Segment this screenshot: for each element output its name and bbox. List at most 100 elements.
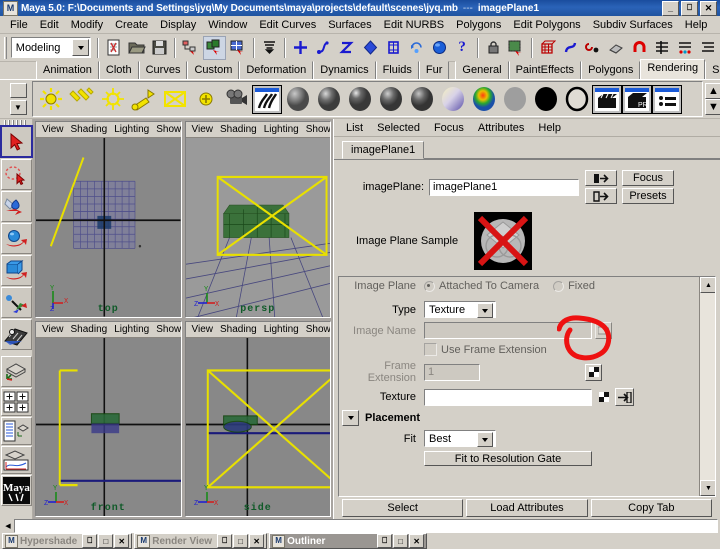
show-manipulator-icon[interactable] [506,37,527,59]
select-by-component-icon[interactable] [228,37,249,59]
snap-to-curve-icon[interactable] [313,37,334,59]
lock-icon[interactable] [483,37,504,59]
menu-polygons[interactable]: Polygons [450,18,507,32]
type-dropdown[interactable]: Texture [424,301,496,318]
viewport-menu-shading[interactable]: Shading [220,324,257,335]
render-view-window[interactable]: M Render View ⎕ □ ✕ [134,533,268,549]
spot-light-icon[interactable] [128,84,159,114]
menu-surfaces[interactable]: Surfaces [322,18,377,32]
ae-menu-attributes[interactable]: Attributes [471,121,531,135]
viewport-menu-shading[interactable]: Shading [220,124,257,135]
paint-select-tool[interactable] [0,191,32,222]
menu-help[interactable]: Help [679,18,714,32]
surface-shader-icon[interactable] [499,84,530,114]
load-attributes-button[interactable]: Load Attributes [466,499,588,517]
anisotropic-material-icon[interactable] [406,84,437,114]
shelf-menu-button[interactable] [9,83,27,98]
shelf-tab-subdivs[interactable]: Subdivs [705,61,720,79]
menu-display[interactable]: Display [154,18,202,32]
ae-menu-list[interactable]: List [339,121,370,135]
shelf-options-button[interactable]: ▼ [9,100,27,115]
attribute-panel-scrollbar[interactable]: ▲ ▼ [699,277,715,496]
viewport-menu-lighting[interactable]: Lighting [114,324,149,335]
shelf-scroll-down-button[interactable]: ▼ [705,99,720,115]
render-settings-icon[interactable] [652,84,682,114]
maya-logo[interactable]: Maya [0,475,32,506]
shelf-tab-curves[interactable]: Curves [138,61,188,79]
layout-outliner-persp[interactable] [0,417,32,445]
soft-mod-tool[interactable] [0,319,32,350]
viewport-side-canvas[interactable]: Y X Z side [185,337,330,516]
use-frame-extension-checkbox[interactable] [424,343,437,356]
render-view-maximize-button[interactable]: □ [233,534,249,548]
imageplane-name-input[interactable]: imagePlane1 [429,178,579,196]
rotate-tool[interactable] [0,255,32,286]
restore-button[interactable]: ⎕ [681,0,698,16]
layout-single-perspective[interactable] [0,356,32,387]
viewport-persp[interactable]: View Shading Lighting Show Y X Z persp [184,121,331,318]
curve-icon[interactable] [560,37,581,59]
point-light-icon[interactable] [97,84,128,114]
shelf-tab-animation[interactable]: Animation [36,61,99,79]
layer-icon-1[interactable] [652,37,673,59]
viewport-menu-view[interactable]: View [192,124,214,135]
move-tool[interactable] [0,223,32,254]
menu-edit-curves[interactable]: Edit Curves [253,18,322,32]
snap-to-live-icon[interactable] [383,37,404,59]
shelf-tab-painteffects[interactable]: PaintEffects [508,61,582,79]
phonge-material-icon[interactable] [375,84,406,114]
hypershade-maximize-button[interactable]: □ [98,534,114,548]
render-view-close-button[interactable]: ✕ [249,534,265,548]
ae-menu-focus[interactable]: Focus [427,121,471,135]
checker-map-icon[interactable] [595,389,612,406]
folder-browse-icon[interactable] [595,322,612,339]
viewport-persp-canvas[interactable]: Y X Z persp [185,138,330,317]
select-by-hierarchy-icon[interactable] [180,37,201,59]
viewport-front-canvas[interactable]: Y X Z front [36,337,181,516]
new-scene-icon[interactable] [103,37,124,59]
scroll-up-button[interactable]: ▲ [700,277,715,293]
fit-dropdown[interactable]: Best [424,430,496,447]
menu-modify[interactable]: Modify [65,18,109,32]
ramp-shader-icon[interactable] [468,84,499,114]
batch-render-pr-icon[interactable]: PR [622,84,652,114]
menu-create[interactable]: Create [109,18,154,32]
batch-render-icon[interactable] [592,84,622,114]
viewport-menu-lighting[interactable]: Lighting [264,324,299,335]
viewport-menu-show[interactable]: Show [306,324,330,335]
chevron-down-icon[interactable] [72,39,90,56]
viewport-menu-shading[interactable]: Shading [71,324,108,335]
use-background-icon[interactable] [530,84,561,114]
outliner-restore-button[interactable]: ⎕ [377,534,393,548]
select-button[interactable]: Select [342,499,464,517]
render-view-icon[interactable] [252,84,282,114]
viewport-front[interactable]: View Shading Lighting Show Y X Z front [35,320,182,517]
scroll-down-button[interactable]: ▼ [700,480,715,496]
viewport-menu-lighting[interactable]: Lighting [264,124,299,135]
hypershade-restore-button[interactable]: ⎕ [82,534,98,548]
toolbar-grip[interactable] [4,36,9,59]
point-icon[interactable] [583,37,604,59]
menu-file[interactable]: File [4,18,34,32]
fit-to-resolution-gate-button[interactable]: Fit to Resolution Gate [424,451,592,466]
hypershade-close-button[interactable]: ✕ [114,534,130,548]
menu-edit-nurbs[interactable]: Edit NURBS [378,18,451,32]
presets-button[interactable]: Presets [622,188,674,204]
texture-input[interactable] [424,388,592,406]
construction-history-icon[interactable] [406,37,427,59]
select-by-object-icon[interactable] [203,35,227,60]
area-light-icon[interactable] [159,84,190,114]
menu-subdiv-surfaces[interactable]: Subdiv Surfaces [587,18,679,32]
render-view-restore-button[interactable]: ⎕ [217,534,233,548]
menu-edit-polygons[interactable]: Edit Polygons [507,18,586,32]
image-plane-sample-thumbnail[interactable] [474,212,532,270]
shelf-tab-cloth[interactable]: Cloth [98,61,139,79]
chevron-down-icon[interactable] [342,410,359,426]
focus-button[interactable]: Focus [622,170,674,186]
snap-to-view-plane-icon[interactable] [359,37,380,59]
texture-input-arrow-icon[interactable] [615,388,634,406]
scale-tool[interactable] [0,287,32,318]
viewport-menu-show[interactable]: Show [156,124,180,135]
minimize-button[interactable]: _ [662,0,679,16]
viewport-menu-view[interactable]: View [42,124,64,135]
